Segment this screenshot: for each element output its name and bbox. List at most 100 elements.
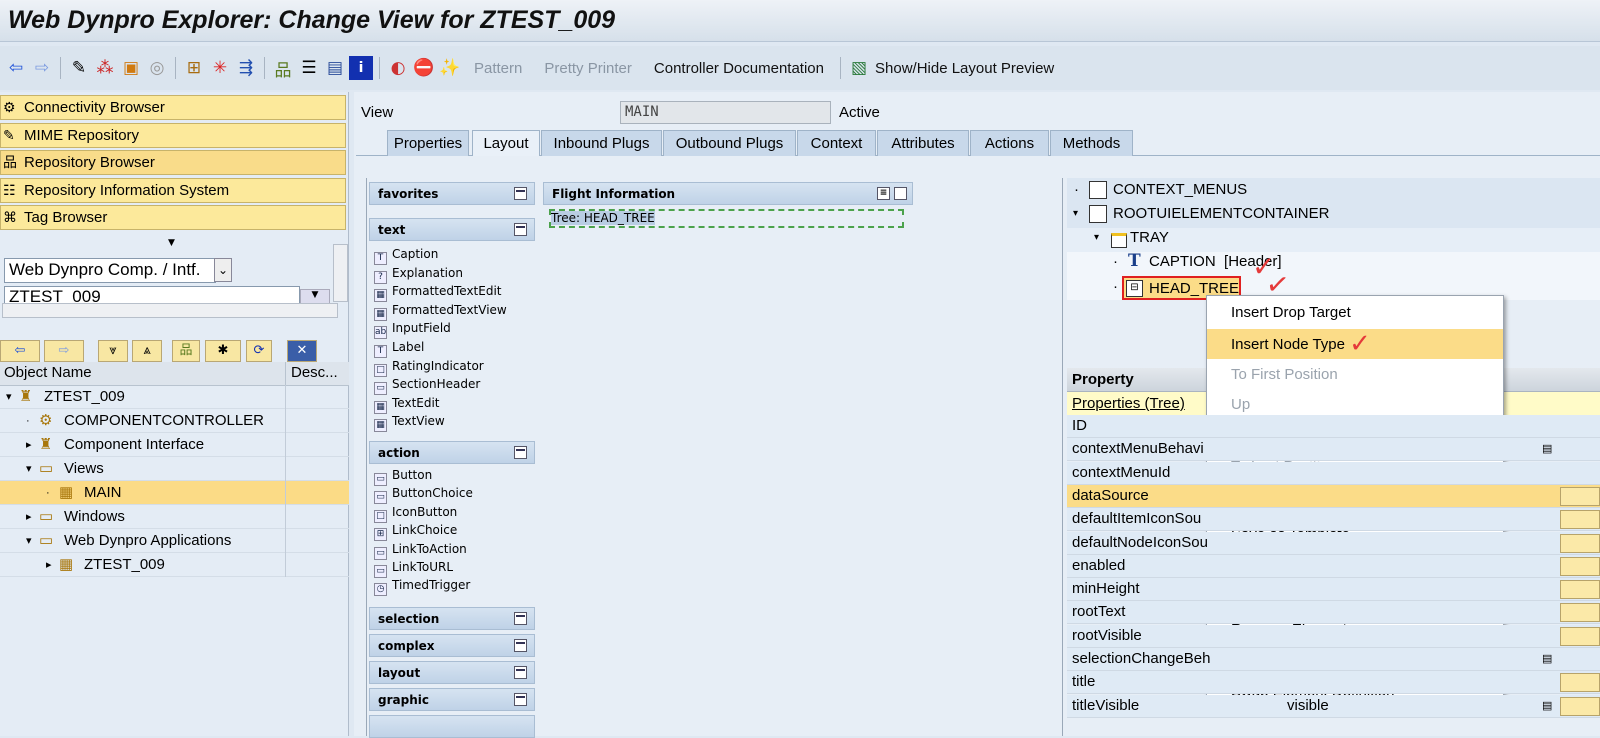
tab-layout[interactable]: Layout bbox=[472, 130, 540, 156]
property-row[interactable]: selectionChangeBeh ▤ bbox=[1067, 648, 1600, 671]
head-tree-preview[interactable]: Tree: HEAD_TREE bbox=[549, 209, 904, 228]
menu-item-insert-node-type[interactable]: Insert Node Type ✓ bbox=[1207, 328, 1503, 359]
object-tree-item[interactable]: ▾ ♜ ZTEST_009 bbox=[0, 385, 349, 409]
collapse-all-icon[interactable]: ⩓ bbox=[132, 340, 162, 362]
collapse-icon[interactable] bbox=[514, 666, 527, 679]
pattern-button[interactable]: Pattern bbox=[464, 60, 532, 77]
tree-node-tray[interactable]: TRAY bbox=[1130, 227, 1169, 249]
column-property[interactable]: Property bbox=[1072, 371, 1134, 388]
controller-documentation-button[interactable]: Controller Documentation bbox=[644, 60, 834, 77]
tab-attributes[interactable]: Attributes bbox=[877, 130, 969, 156]
binding-button[interactable] bbox=[1560, 673, 1600, 693]
palette-group-selection[interactable]: selection bbox=[369, 607, 535, 630]
pretty-printer-button[interactable]: Pretty Printer bbox=[534, 60, 642, 77]
property-row[interactable]: minHeight bbox=[1067, 578, 1600, 602]
object-list-icon[interactable]: ⊞ bbox=[182, 56, 206, 80]
binding-button[interactable] bbox=[1560, 603, 1600, 623]
object-tree-item[interactable]: ▸ ♜ Component Interface bbox=[0, 433, 349, 457]
object-tree-item[interactable]: ▾ ▭ Web Dynpro Applications bbox=[0, 529, 349, 553]
dropdown-icon[interactable]: ▤ bbox=[1542, 438, 1552, 460]
palette-group-favorites[interactable]: favorites bbox=[369, 182, 535, 205]
property-row[interactable]: enabled bbox=[1067, 554, 1600, 578]
binding-button[interactable] bbox=[1560, 556, 1600, 576]
object-tree-item[interactable]: ▸ ▭ Windows bbox=[0, 505, 349, 529]
palette-item[interactable]: ⊞ LinkChoice bbox=[374, 522, 457, 542]
hierarchy-up-icon[interactable]: 品 bbox=[172, 340, 200, 362]
object-tree-item[interactable]: ▾ ▭ Views bbox=[0, 457, 349, 481]
collapse-icon[interactable] bbox=[514, 612, 527, 625]
palette-group-text[interactable]: text bbox=[369, 218, 535, 241]
binding-button[interactable] bbox=[1560, 486, 1600, 506]
property-row[interactable]: dataSource bbox=[1067, 484, 1600, 508]
dropdown-icon[interactable]: ▤ bbox=[1542, 695, 1552, 717]
property-row[interactable]: title bbox=[1067, 671, 1600, 695]
object-tree-item[interactable]: · ⚙ COMPONENTCONTROLLER bbox=[0, 409, 349, 433]
expander-icon[interactable]: ▾ bbox=[6, 385, 12, 409]
vertical-scrollbar[interactable] bbox=[333, 244, 348, 302]
back-icon[interactable]: ⇦ bbox=[4, 56, 28, 80]
binding-button[interactable] bbox=[1560, 696, 1600, 716]
palette-item[interactable]: ▭ LinkToAction bbox=[374, 541, 467, 560]
collapse-icon[interactable] bbox=[894, 187, 907, 200]
breakpoint-icon[interactable]: ◐ bbox=[386, 56, 410, 80]
palette-item[interactable]: ▭ ButtonChoice bbox=[374, 485, 473, 505]
chevron-down-icon[interactable]: ⌄ bbox=[214, 258, 232, 282]
object-tree-item[interactable]: ▸ ▦ ZTEST_009 bbox=[0, 553, 349, 577]
tab-actions[interactable]: Actions bbox=[970, 130, 1049, 156]
binding-button[interactable] bbox=[1560, 626, 1600, 646]
object-tree-item[interactable]: · ▦ MAIN bbox=[0, 481, 349, 505]
palette-item[interactable]: ▦ TextView bbox=[374, 413, 445, 433]
palette-group-more[interactable] bbox=[369, 715, 535, 738]
collapse-icon[interactable] bbox=[514, 187, 527, 200]
property-row[interactable]: ID bbox=[1067, 415, 1600, 438]
palette-group-layout[interactable]: layout bbox=[369, 661, 535, 684]
collapse-icon[interactable] bbox=[514, 223, 527, 236]
tab-outbound-plugs[interactable]: Outbound Plugs bbox=[663, 130, 796, 156]
forward-button[interactable]: ⇨ bbox=[44, 340, 84, 362]
column-description[interactable]: Desc... bbox=[285, 362, 338, 386]
menu-icon[interactable]: ≡ bbox=[877, 187, 890, 200]
property-row[interactable]: titleVisible visible ▤ bbox=[1067, 694, 1600, 718]
stack-icon[interactable]: ☰ bbox=[297, 56, 321, 80]
palette-group-graphic[interactable]: graphic bbox=[369, 688, 535, 711]
palette-item[interactable]: □ IconButton bbox=[374, 504, 457, 523]
collapse-icon[interactable] bbox=[514, 446, 527, 459]
stop-icon[interactable]: ⛔ bbox=[412, 56, 436, 80]
tree-node-context-menus[interactable]: CONTEXT_MENUS bbox=[1113, 179, 1247, 201]
palette-item[interactable]: ◷ TimedTrigger bbox=[374, 577, 470, 597]
horizontal-scrollbar[interactable] bbox=[2, 303, 338, 318]
expander-icon[interactable]: · bbox=[46, 481, 50, 505]
property-row[interactable]: defaultItemIconSou bbox=[1067, 508, 1600, 532]
palette-item[interactable]: ▭ SectionHeader bbox=[374, 376, 480, 396]
palette-group-action[interactable]: action bbox=[369, 441, 535, 464]
menu-item-to-first-position[interactable]: To First Position bbox=[1207, 360, 1503, 390]
palette-item[interactable]: ▦ FormattedTextEdit bbox=[374, 283, 502, 303]
palette-group-complex[interactable]: complex bbox=[369, 634, 535, 657]
tab-inbound-plugs[interactable]: Inbound Plugs bbox=[541, 130, 662, 156]
browser-connectivity[interactable]: ⚙ Connectivity Browser bbox=[0, 95, 346, 120]
show-hide-layout-preview-button[interactable]: Show/Hide Layout Preview bbox=[873, 60, 1064, 77]
expand-all-icon[interactable]: ⩔ bbox=[98, 340, 128, 362]
close-icon[interactable]: ✕ bbox=[287, 340, 317, 362]
binding-button[interactable] bbox=[1560, 533, 1600, 553]
binding-button[interactable] bbox=[1560, 510, 1600, 530]
tab-properties[interactable]: Properties bbox=[387, 130, 469, 156]
highlight-icon[interactable]: ✳ bbox=[208, 56, 232, 80]
property-row[interactable]: rootVisible bbox=[1067, 624, 1600, 648]
expand-arrow-icon[interactable]: ▼ bbox=[168, 238, 175, 248]
expander-icon[interactable]: · bbox=[26, 409, 30, 433]
column-object-name[interactable]: Object Name bbox=[4, 364, 92, 381]
browser-info-system[interactable]: ☷ Repository Information System bbox=[0, 177, 346, 203]
copy-object-icon[interactable]: ▣ bbox=[119, 56, 143, 80]
tab-context[interactable]: Context bbox=[797, 130, 876, 156]
palette-item[interactable]: ab InputField bbox=[374, 320, 451, 340]
browser-repository[interactable]: 品 Repository Browser bbox=[0, 150, 346, 175]
forward-icon[interactable]: ⇨ bbox=[30, 56, 54, 80]
property-row[interactable]: contextMenuId bbox=[1067, 461, 1600, 485]
palette-item[interactable]: ? Explanation bbox=[374, 265, 463, 284]
palette-item[interactable]: ▭ Button bbox=[374, 467, 432, 486]
menu-item-insert-drop-target[interactable]: Insert Drop Target bbox=[1207, 298, 1503, 328]
wizard-icon[interactable]: ✨ bbox=[438, 56, 462, 80]
palette-item[interactable]: T Caption bbox=[374, 246, 438, 265]
expander-icon[interactable]: ▾ bbox=[26, 457, 32, 481]
